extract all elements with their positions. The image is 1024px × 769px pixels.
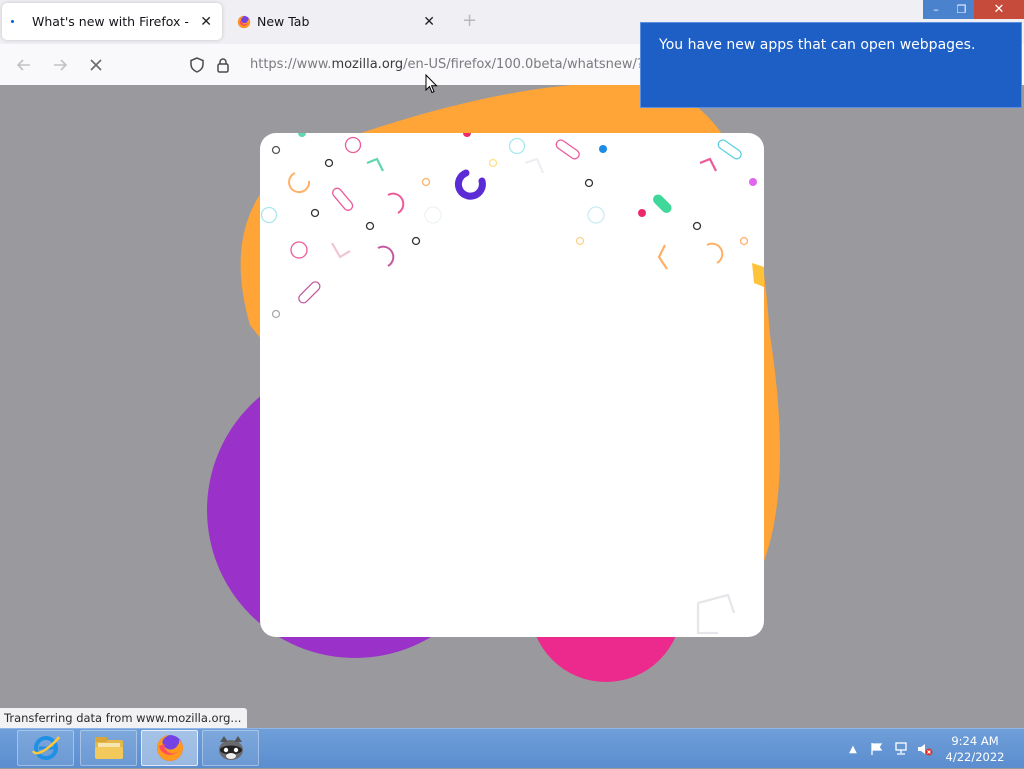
tab-close-icon[interactable]: ✕	[200, 14, 212, 30]
stop-button[interactable]	[85, 54, 107, 76]
tab-title: New Tab	[257, 14, 310, 29]
status-bar: Transferring data from www.mozilla.org..…	[0, 708, 248, 728]
firefox-icon	[237, 15, 251, 28]
taskbar-file-explorer[interactable]	[80, 730, 137, 766]
show-hidden-icons-icon[interactable]: ▲	[845, 741, 861, 757]
system-tray: ▲	[845, 729, 941, 769]
taskbar-clock[interactable]: 9:24 AM 4/22/2022	[940, 733, 1010, 765]
tab-close-icon[interactable]: ✕	[423, 14, 435, 30]
notification-message: You have new apps that can open webpages…	[659, 37, 976, 53]
loading-indicator-icon	[11, 20, 14, 23]
folder-icon	[94, 737, 123, 759]
tracking-protection-shield-icon[interactable]	[188, 56, 206, 74]
window-controls: – ❐ ✕	[923, 0, 1024, 19]
url-path: /en-US/firefox/100.0beta/whatsnew/?oldv	[403, 57, 672, 72]
maximize-button[interactable]: ❐	[949, 0, 974, 19]
confetti-decoration	[260, 133, 764, 635]
internet-explorer-icon	[31, 736, 60, 760]
volume-muted-icon[interactable]	[917, 741, 933, 757]
windows-taskbar: ▲ 9:24 AM 4/22/2022	[0, 728, 1024, 768]
taskbar-firefox[interactable]	[141, 730, 198, 766]
tab-whats-new[interactable]: What's new with Firefox - More ✕	[2, 3, 222, 40]
url-domain: mozilla.org	[331, 57, 404, 72]
page-viewport: Transferring data from www.mozilla.org..…	[0, 85, 1024, 728]
firefox-icon	[156, 735, 183, 761]
raccoon-icon	[218, 736, 243, 760]
clock-date: 4/22/2022	[945, 750, 1005, 764]
back-arrow-icon	[16, 59, 30, 71]
network-icon[interactable]	[893, 741, 909, 757]
new-tab-button[interactable]: +	[462, 10, 477, 31]
action-center-flag-icon[interactable]	[869, 741, 885, 757]
stop-icon	[90, 59, 102, 71]
forward-button[interactable]	[49, 54, 71, 76]
tab-title: What's new with Firefox - More	[32, 14, 194, 29]
url-text[interactable]: https://www.mozilla.org/en-US/firefox/10…	[250, 57, 671, 72]
taskbar-internet-explorer[interactable]	[17, 730, 74, 766]
close-window-button[interactable]: ✕	[974, 0, 1024, 19]
minimize-button[interactable]: –	[923, 0, 949, 19]
url-prefix: https://www.	[250, 57, 332, 72]
forward-arrow-icon	[54, 59, 68, 71]
taskbar-raccoon-app[interactable]	[202, 730, 259, 766]
clock-time: 9:24 AM	[951, 734, 999, 748]
tab-new-tab[interactable]: New Tab ✕	[228, 3, 443, 40]
back-button[interactable]	[13, 54, 35, 76]
mouse-cursor-icon	[425, 74, 438, 94]
whats-new-card	[260, 133, 764, 637]
lock-icon[interactable]	[214, 56, 232, 74]
notification-toast[interactable]: You have new apps that can open webpages…	[640, 22, 1022, 108]
